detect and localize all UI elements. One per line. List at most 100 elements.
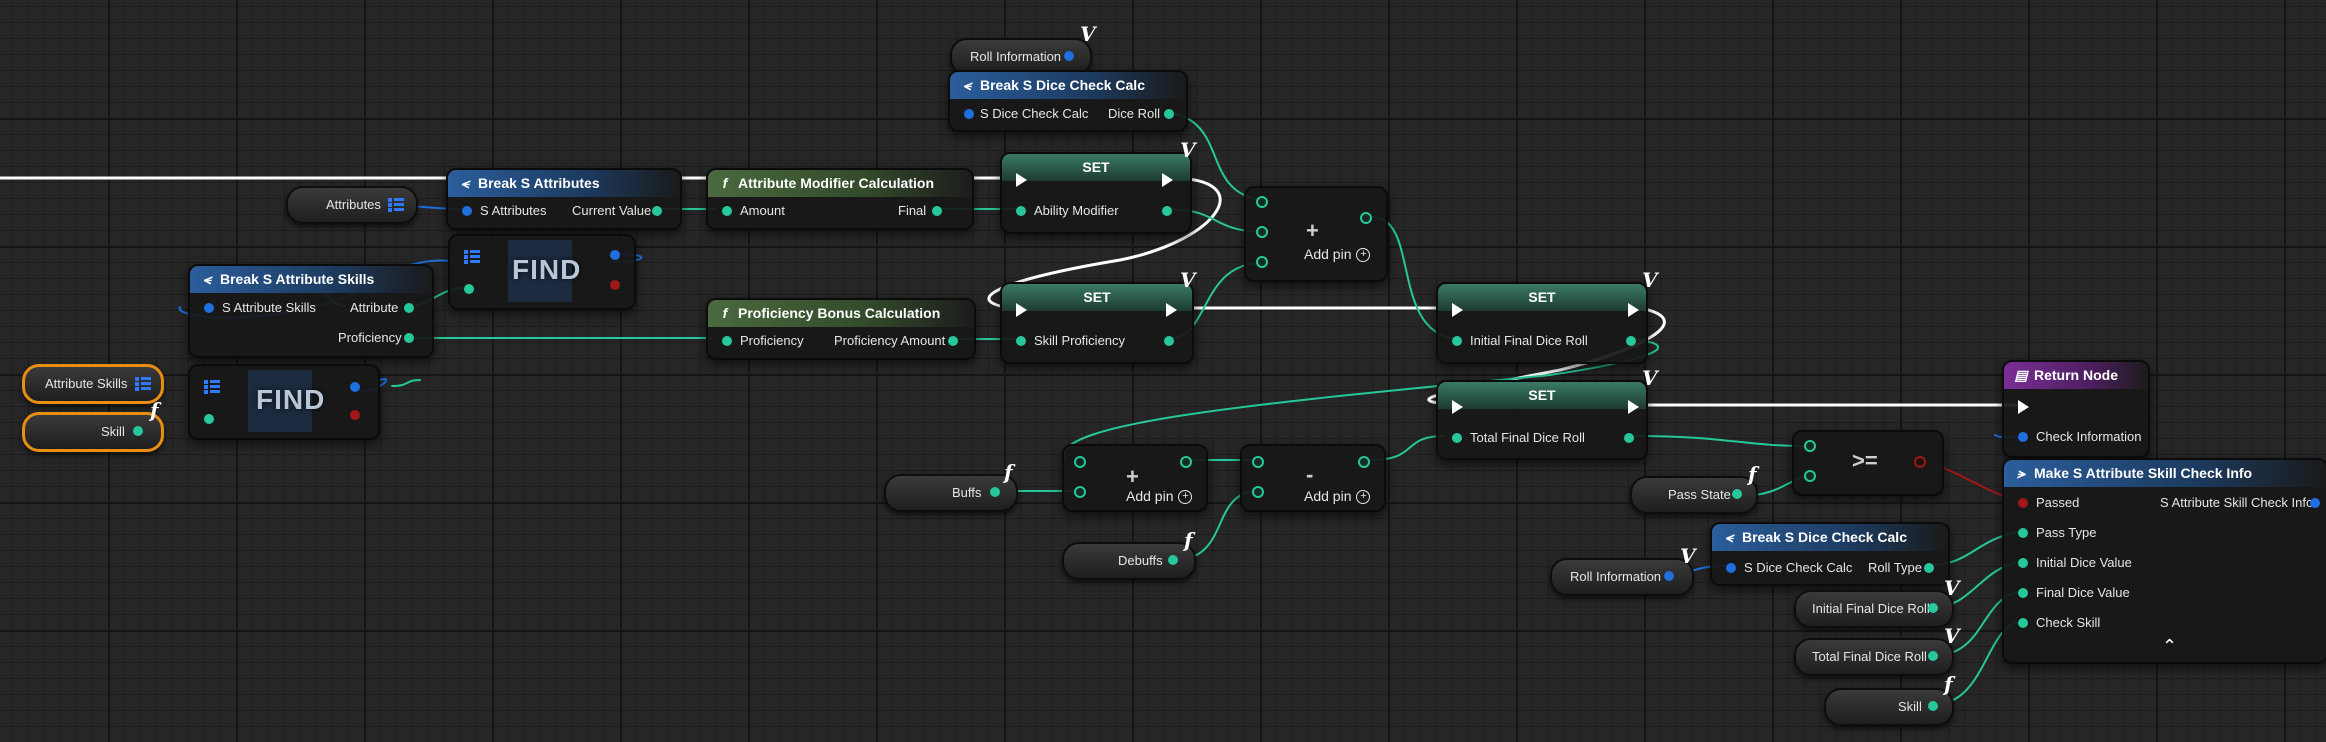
int-output-pin[interactable] [404,333,414,343]
int-output-pin[interactable] [1626,336,1636,346]
add-pin-button[interactable]: Add pin + [1126,488,1193,505]
add-node-modifiers[interactable]: + Add pin + [1244,186,1388,282]
int-input-pin[interactable] [2018,558,2028,568]
int-input-pin[interactable] [1016,206,1026,216]
int-input-pin[interactable] [1074,486,1086,498]
subtract-node-debuffs[interactable]: - Add pin + [1240,444,1386,512]
attributes-variable[interactable]: Attributes [286,186,418,224]
set-total-final-dice-roll-node[interactable]: SET Total Final Dice Roll [1436,380,1648,460]
int-output-pin[interactable] [1928,603,1938,613]
int-output-pin[interactable] [1164,109,1174,119]
break-dice-check-calc-node-bottom[interactable]: ⪪ Break S Dice Check Calc S Dice Check Ca… [1710,522,1950,586]
exec-input-pin[interactable] [1016,303,1027,317]
roll-information-variable-bottom[interactable]: Roll Information [1550,558,1694,596]
bool-output-pin[interactable] [350,410,360,420]
find-node-attribute-skills[interactable]: FIND [188,364,380,440]
int-input-pin[interactable] [1452,433,1462,443]
greater-equal-node[interactable]: >= [1792,430,1944,496]
attribute-skills-variable[interactable]: Attribute Skills [22,364,164,404]
int-output-pin[interactable] [1164,336,1174,346]
int-input-pin[interactable] [1804,470,1816,482]
return-node[interactable]: ▤ Return Node Check Information [2002,360,2150,458]
exec-input-pin[interactable] [1452,303,1463,317]
int-input-pin[interactable] [2018,528,2028,538]
int-input-pin[interactable] [1256,226,1268,238]
struct-output-pin[interactable] [2310,498,2320,508]
struct-output-pin[interactable] [1064,51,1074,61]
int-input-pin[interactable] [1074,456,1086,468]
int-output-pin[interactable] [990,487,1000,497]
pin-label: Proficiency Amount [834,333,946,348]
set-ability-modifier-node[interactable]: SET Ability Modifier [1000,152,1192,234]
int-output-pin[interactable] [404,303,414,313]
struct-input-pin[interactable] [2018,432,2028,442]
int-input-pin[interactable] [722,336,732,346]
struct-output-pin[interactable] [610,250,620,260]
int-output-pin[interactable] [1624,433,1634,443]
skill-variable-left[interactable]: Skill [22,412,164,452]
int-output-pin[interactable] [1360,212,1372,224]
int-input-pin[interactable] [1452,336,1462,346]
struct-output-pin[interactable] [1664,571,1674,581]
int-output-pin[interactable] [652,206,662,216]
total-final-dice-roll-variable[interactable]: Total Final Dice Roll [1794,638,1954,676]
exec-output-pin[interactable] [1628,303,1639,317]
add-node-buffs[interactable]: + Add pin + [1062,444,1208,512]
int-output-pin[interactable] [1928,651,1938,661]
int-input-pin[interactable] [1256,196,1268,208]
break-s-attributes-node[interactable]: ⪪ Break S Attributes S Attributes Current… [446,168,682,230]
skill-variable-right[interactable]: Skill [1824,688,1954,726]
struct-input-pin[interactable] [462,206,472,216]
int-output-pin[interactable] [1162,206,1172,216]
debuffs-variable[interactable]: Debuffs [1062,542,1196,580]
struct-output-pin[interactable] [350,382,360,392]
int-output-pin[interactable] [948,336,958,346]
int-input-pin[interactable] [722,206,732,216]
struct-input-pin[interactable] [964,109,974,119]
add-pin-button[interactable]: Add pin + [1304,488,1371,505]
exec-output-pin[interactable] [1628,400,1639,414]
exec-input-pin[interactable] [1452,400,1463,414]
int-input-pin[interactable] [2018,588,2028,598]
exec-output-pin[interactable] [1162,173,1173,187]
int-input-pin[interactable] [2018,618,2028,628]
buffs-variable[interactable]: Buffs [884,474,1018,512]
exec-input-pin[interactable] [1016,173,1027,187]
int-input-pin[interactable] [1252,456,1264,468]
set-initial-final-dice-roll-node[interactable]: SET Initial Final Dice Roll [1436,282,1648,364]
break-dice-check-calc-node-top[interactable]: ⪪ Break S Dice Check Calc S Dice Check Ca… [948,70,1188,132]
int-output-pin[interactable] [1358,456,1370,468]
int-output-pin[interactable] [1924,563,1934,573]
int-input-pin[interactable] [1016,336,1026,346]
proficiency-bonus-calculation-node[interactable]: f Proficiency Bonus Calculation Proficien… [706,298,976,360]
add-pin-button[interactable]: Add pin + [1304,246,1371,263]
collapse-chevron-icon[interactable]: ⌃ [2162,636,2177,657]
pass-state-variable[interactable]: Pass State [1630,476,1758,514]
int-output-pin[interactable] [1168,555,1178,565]
set-skill-proficiency-node[interactable]: SET Skill Proficiency [1000,282,1194,364]
initial-final-dice-roll-variable[interactable]: Initial Final Dice Roll [1794,590,1954,628]
variable-label: Total Final Dice Roll [1812,649,1927,664]
exec-output-pin[interactable] [1166,303,1177,317]
int-input-pin[interactable] [204,414,214,424]
int-output-pin[interactable] [932,206,942,216]
make-attribute-skill-check-info-node[interactable]: ⪫ Make S Attribute Skill Check Info S Att… [2002,458,2326,664]
struct-input-pin[interactable] [204,303,214,313]
int-output-pin[interactable] [1180,456,1192,468]
attribute-modifier-calculation-node[interactable]: f Attribute Modifier Calculation Amount F… [706,168,974,230]
int-input-pin[interactable] [1804,440,1816,452]
break-s-attribute-skills-node[interactable]: ⪪ Break S Attribute Skills S Attribute Sk… [188,264,434,358]
int-output-pin[interactable] [1732,489,1742,499]
bool-output-pin[interactable] [610,280,620,290]
bool-input-pin[interactable] [2018,498,2028,508]
bool-output-pin[interactable] [1914,456,1926,468]
int-output-pin[interactable] [133,426,143,436]
int-output-pin[interactable] [1928,701,1938,711]
int-input-pin[interactable] [464,284,474,294]
variable-label: Buffs [952,485,982,500]
int-input-pin[interactable] [1252,486,1264,498]
find-node-attributes[interactable]: FIND [448,234,636,310]
struct-input-pin[interactable] [1726,563,1736,573]
exec-input-pin[interactable] [2018,400,2029,414]
int-input-pin[interactable] [1256,256,1268,268]
